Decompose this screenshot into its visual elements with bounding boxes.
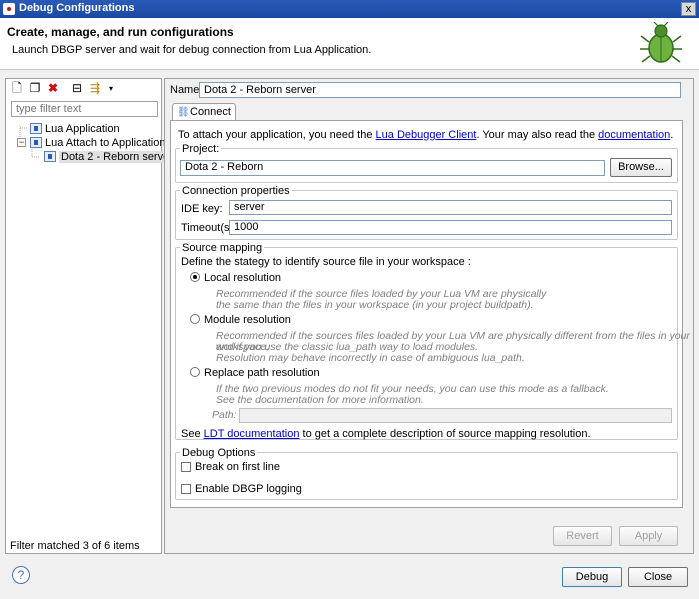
- filter-status: Filter matched 3 of 6 items: [10, 540, 140, 552]
- replace-path-radio[interactable]: [190, 367, 200, 377]
- window-title: Debug Configurations: [19, 2, 135, 14]
- header-title: Create, manage, and run configurations: [7, 25, 234, 39]
- window-close-button[interactable]: x: [681, 2, 696, 16]
- tree-item-lua-application[interactable]: Lua Application: [30, 123, 120, 135]
- debug-options-title: Debug Options: [180, 447, 258, 459]
- project-group-title: Project:: [180, 143, 222, 155]
- tree-item-lua-attach[interactable]: Lua Attach to Application: [30, 137, 165, 149]
- delete-config-icon[interactable]: ✖: [46, 82, 60, 95]
- source-mapping-intro: Define the stategy to identify source fi…: [181, 256, 471, 268]
- local-resolution-label: Local resolution: [204, 272, 282, 284]
- dbgp-logging-label: Enable DBGP logging: [195, 483, 302, 495]
- path-field: [239, 408, 672, 423]
- help-icon[interactable]: ?: [12, 566, 30, 584]
- lua-debugger-client-link[interactable]: Lua Debugger Client: [376, 129, 477, 141]
- timeout-label: Timeout(s):: [181, 222, 237, 234]
- name-field[interactable]: Dota 2 - Reborn server: [199, 82, 681, 98]
- break-first-line-label: Break on first line: [195, 461, 280, 473]
- header-subtitle: Launch DBGP server and wait for debug co…: [12, 44, 372, 56]
- replace-hint-2: See the documentation for more informati…: [216, 394, 424, 406]
- tree-collapse-toggle[interactable]: −: [17, 138, 26, 147]
- lua-attach-config-icon: [44, 151, 56, 162]
- local-resolution-radio[interactable]: [190, 272, 200, 282]
- filter-icon[interactable]: ⇶: [88, 82, 102, 95]
- tab-connect[interactable]: ⛓Connect: [172, 103, 236, 121]
- connect-icon: ⛓: [177, 107, 190, 118]
- new-config-icon[interactable]: 🗋: [10, 82, 24, 95]
- duplicate-config-icon[interactable]: ❐: [28, 82, 42, 95]
- lua-config-icon: [30, 123, 42, 134]
- module-hint-3: Resolution may behave incorrectly in cas…: [216, 352, 525, 364]
- project-field[interactable]: Dota 2 - Reborn: [180, 160, 605, 176]
- lua-attach-icon: [30, 137, 42, 148]
- dbgp-logging-checkbox[interactable]: [181, 484, 191, 494]
- path-label: Path:: [212, 409, 237, 421]
- browse-button[interactable]: Browse...: [610, 158, 672, 177]
- filter-input[interactable]: [11, 101, 158, 117]
- documentation-link[interactable]: documentation: [598, 129, 670, 141]
- dialog-header: Create, manage, and run configurations L…: [0, 18, 699, 70]
- ldt-doc-line: See LDT documentation to get a complete …: [181, 428, 591, 440]
- tree-item-dota-reborn-server[interactable]: Dota 2 - Reborn server: [44, 151, 175, 163]
- module-resolution-label: Module resolution: [204, 314, 291, 326]
- close-button[interactable]: Close: [628, 567, 688, 587]
- debug-button[interactable]: Debug: [562, 567, 622, 587]
- configuration-list-panel: 🗋 ❐ ✖ ⊟ ⇶ ▾ − Lua Application Lua Attach…: [5, 78, 175, 554]
- apply-button[interactable]: Apply: [619, 526, 678, 546]
- break-first-line-checkbox[interactable]: [181, 462, 191, 472]
- ldt-documentation-link[interactable]: LDT documentation: [204, 428, 300, 440]
- replace-path-label: Replace path resolution: [204, 367, 320, 379]
- ide-key-field[interactable]: server: [229, 200, 672, 215]
- revert-button[interactable]: Revert: [553, 526, 612, 546]
- collapse-all-icon[interactable]: ⊟: [70, 82, 84, 95]
- bug-icon: [640, 22, 682, 63]
- name-label: Name:: [170, 84, 203, 96]
- local-hint-2: the same than the files in your workspac…: [216, 299, 534, 311]
- connection-group-title: Connection properties: [180, 185, 292, 197]
- title-bar: Debug Configurations x: [0, 0, 699, 18]
- module-resolution-radio[interactable]: [190, 314, 200, 324]
- app-icon: [3, 3, 15, 15]
- filter-dropdown-icon[interactable]: ▾: [104, 82, 118, 95]
- source-mapping-title: Source mapping: [180, 242, 265, 254]
- timeout-field[interactable]: 1000: [229, 220, 672, 235]
- attach-intro: To attach your application, you need the…: [178, 129, 674, 141]
- ide-key-label: IDE key:: [181, 203, 223, 215]
